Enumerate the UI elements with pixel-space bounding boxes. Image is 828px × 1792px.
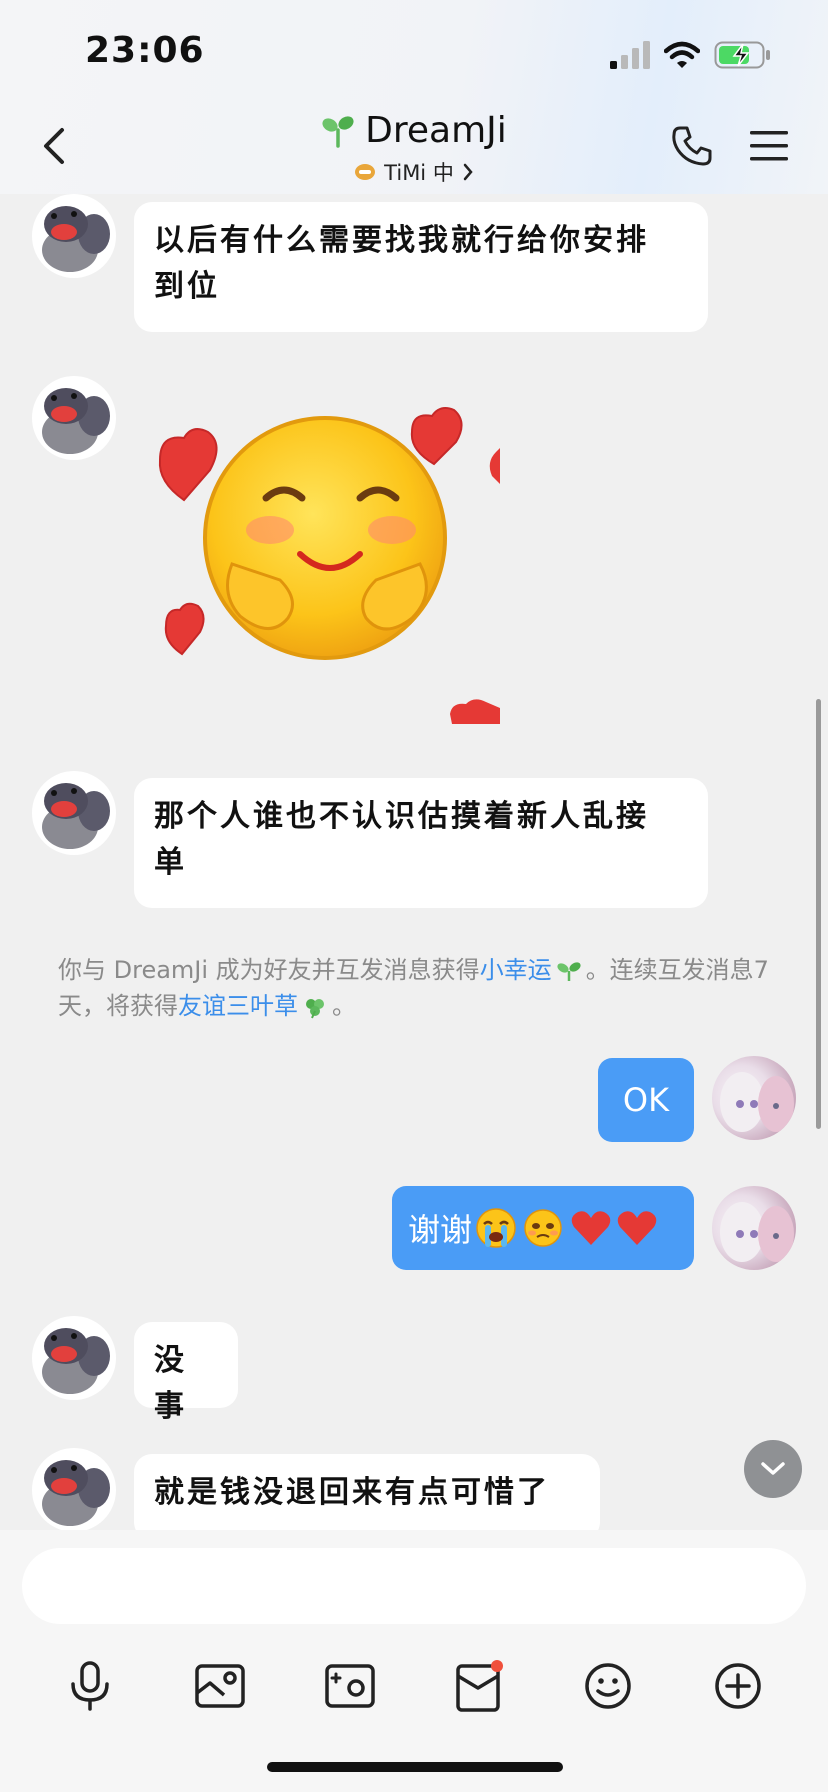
message-text: 谢谢	[408, 1211, 473, 1249]
sprout-icon	[557, 962, 581, 981]
red-heart-icon	[571, 1211, 611, 1245]
camera-button[interactable]	[320, 1656, 380, 1716]
status-icons	[610, 38, 772, 72]
input-toolbar	[0, 1642, 828, 1742]
status-time: 23:06	[85, 30, 205, 71]
message-bubble-outgoing[interactable]: OK	[598, 1058, 694, 1142]
message-text: 没事	[154, 1343, 187, 1424]
elephant-avatar-icon	[42, 388, 110, 454]
message-input[interactable]	[22, 1548, 806, 1624]
message-text: 到位	[154, 269, 220, 304]
red-heart-icon	[617, 1211, 657, 1245]
crying-emoji-icon	[476, 1208, 516, 1248]
contact-subtitle: TiMi 中	[384, 161, 454, 185]
emoji-button[interactable]	[578, 1656, 638, 1716]
anime-avatar-icon	[720, 1072, 794, 1132]
input-panel	[0, 1530, 828, 1792]
my-avatar[interactable]	[712, 1056, 796, 1140]
battery-charging-icon	[714, 41, 770, 69]
red-packet-icon	[456, 1660, 503, 1712]
message-bubble-incoming[interactable]: 就是钱没退回来有点可惜了	[134, 1454, 600, 1530]
message-text: 就是钱没退回来有点可惜了	[154, 1475, 550, 1510]
more-button[interactable]	[708, 1656, 768, 1716]
clover-link[interactable]: 友谊三叶草	[178, 992, 298, 1020]
message-bubble-outgoing[interactable]: 谢谢	[392, 1186, 694, 1270]
sprout-icon	[322, 115, 354, 148]
chevron-right-icon	[463, 163, 473, 181]
scrollbar[interactable]	[816, 699, 821, 1129]
home-indicator	[267, 1762, 563, 1772]
message-bubble-incoming[interactable]: 那个人谁也不认识估摸着新人乱接 单	[134, 778, 708, 908]
signal-icon	[610, 41, 650, 69]
contact-avatar[interactable]	[32, 1316, 116, 1400]
timi-badge-icon	[355, 164, 376, 180]
wifi-icon	[664, 41, 700, 68]
image-icon	[195, 1664, 245, 1708]
emoji-icon	[585, 1663, 631, 1709]
anime-avatar-icon	[720, 1202, 794, 1262]
notice-text: 你与 DreamJi 成为好友并互发消息获得	[58, 956, 480, 984]
my-avatar[interactable]	[712, 1186, 796, 1270]
voice-button[interactable]	[60, 1656, 120, 1716]
chevron-down-icon	[761, 1462, 785, 1475]
message-text: 单	[154, 845, 187, 880]
contact-avatar[interactable]	[32, 376, 116, 460]
photo-button[interactable]	[190, 1656, 250, 1716]
message-text: 以后有什么需要找我就行给你安排	[154, 223, 649, 258]
contact-avatar[interactable]	[32, 771, 116, 855]
camera-icon	[325, 1664, 375, 1708]
notice-text: 。	[332, 992, 356, 1020]
microphone-icon	[71, 1661, 109, 1711]
message-text: OK	[622, 1081, 670, 1119]
elephant-avatar-icon	[42, 206, 110, 272]
clover-icon	[306, 999, 324, 1019]
elephant-avatar-icon	[42, 1460, 110, 1526]
message-bubble-incoming[interactable]: 没事	[134, 1322, 238, 1424]
contact-avatar[interactable]	[32, 194, 116, 278]
chat-header: 23:06 DreamJi TiMi 中	[0, 0, 828, 194]
lucky-link[interactable]: 小幸运	[480, 956, 552, 984]
sticker-blushing-emoji[interactable]	[140, 404, 500, 724]
message-bubble-incoming[interactable]: 以后有什么需要找我就行给你安排 到位	[134, 202, 708, 332]
pleading-emoji-icon	[524, 1209, 562, 1247]
elephant-avatar-icon	[42, 1328, 110, 1394]
plus-icon	[715, 1663, 761, 1709]
contact-avatar[interactable]	[32, 1448, 116, 1530]
red-packet-button[interactable]	[448, 1656, 508, 1716]
elephant-avatar-icon	[42, 783, 110, 849]
message-list[interactable]: 以后有什么需要找我就行给你安排 到位 那个人谁也不认识估摸着新人乱接 单 你与 …	[0, 194, 828, 1530]
scroll-to-bottom-button[interactable]	[744, 1440, 802, 1498]
friendship-notice: 你与 DreamJi 成为好友并互发消息获得小幸运 。连续互发消息7天，将获得友谊…	[58, 952, 780, 1024]
message-text: 那个人谁也不认识估摸着新人乱接	[154, 799, 649, 834]
contact-name: DreamJi	[365, 110, 507, 151]
menu-icon[interactable]	[748, 128, 790, 164]
phone-icon[interactable]	[670, 124, 714, 168]
